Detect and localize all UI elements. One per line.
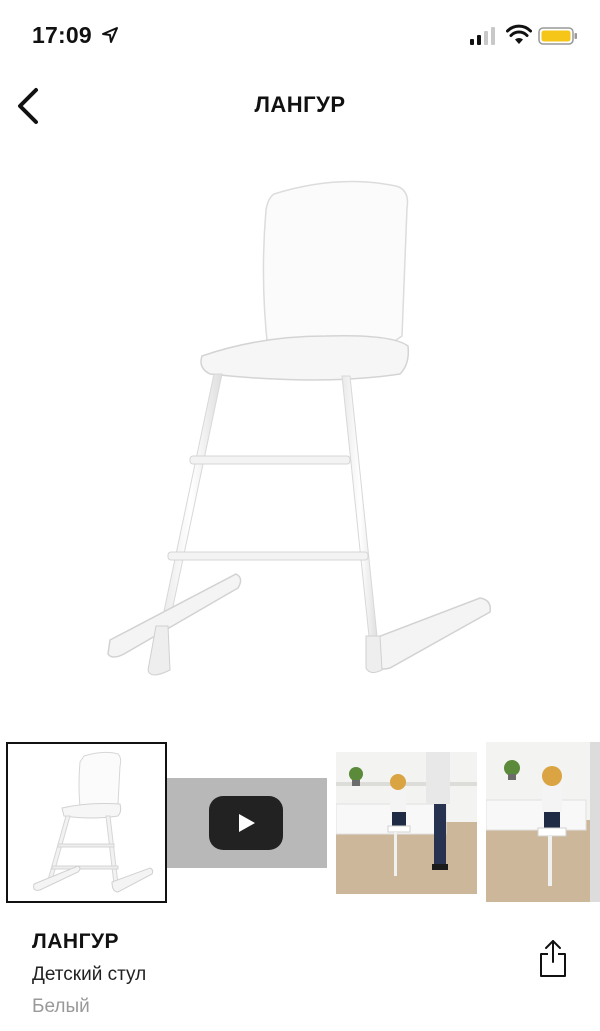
play-icon <box>239 814 255 832</box>
product-type: Детский стул <box>32 964 147 985</box>
status-time: 17:09 <box>32 22 92 48</box>
product-color: Белый <box>32 996 90 1017</box>
product-main-image[interactable] <box>60 160 540 720</box>
nav-bar: ЛАНГУР <box>0 72 600 142</box>
thumbnail-lifestyle-1[interactable] <box>336 752 477 894</box>
wifi-icon <box>506 24 532 44</box>
chair-thumbnail-image <box>33 751 154 893</box>
thumbnail-video[interactable] <box>167 778 327 868</box>
product-name: ЛАНГУР <box>32 930 120 953</box>
location-arrow-icon <box>102 27 118 43</box>
play-button[interactable] <box>209 796 283 850</box>
thumbnail-lifestyle-2[interactable] <box>486 742 600 902</box>
girl-at-table-closeup-image <box>486 742 600 902</box>
signal-icon <box>470 27 495 45</box>
page-title: ЛАНГУР <box>254 92 346 117</box>
status-bar: 17:09 <box>0 0 600 72</box>
thumbnail-strip <box>0 742 600 904</box>
share-button[interactable] <box>534 936 572 980</box>
battery-icon <box>538 27 577 45</box>
thumbnail-chair[interactable] <box>6 742 167 903</box>
girl-at-table-image <box>336 752 477 894</box>
share-icon <box>540 940 566 977</box>
